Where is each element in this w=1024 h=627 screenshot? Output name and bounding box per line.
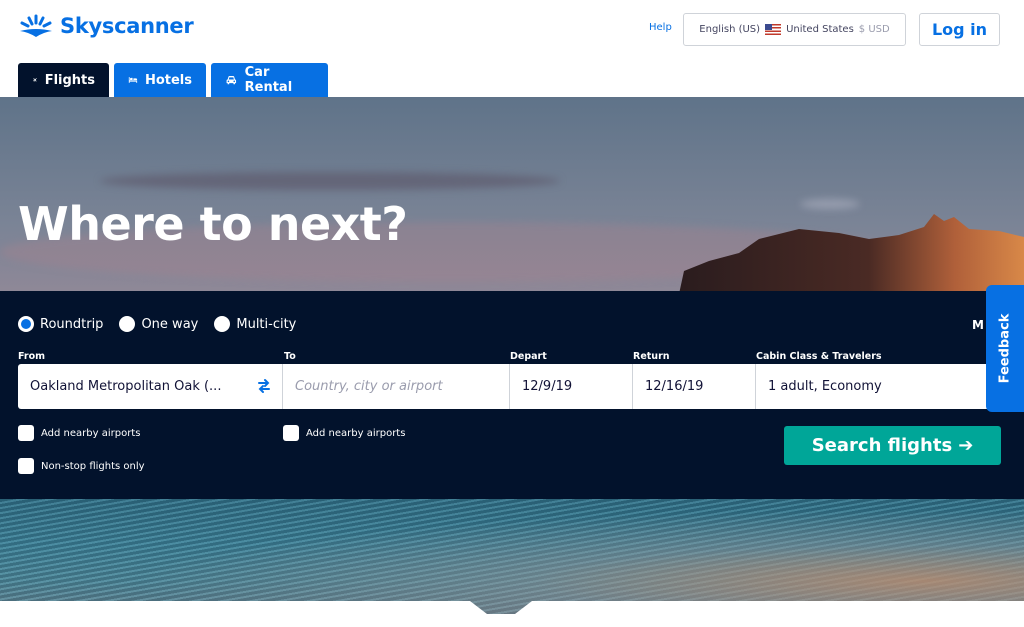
radio-circle-checked[interactable] [18,316,34,332]
to-nearby-label: Add nearby airports [306,427,406,439]
feedback-button[interactable]: Feedback [986,285,1024,412]
nonstop-checkbox[interactable]: Non-stop flights only [18,458,145,474]
tab-hotels-label: Hotels [144,72,192,88]
from-value: Oakland Metropolitan Oak (... [30,379,222,394]
radio-circle[interactable] [214,316,231,332]
radio-circle[interactable] [119,316,136,332]
return-date-input[interactable]: 12/16/19 [633,364,756,409]
logo[interactable]: Skyscanner [18,12,194,40]
radio-one-way-label: One way [141,316,199,332]
logo-text: Skyscanner [60,14,194,38]
car-icon [226,76,237,85]
country-label: United States [786,24,854,35]
language-label: English (US) [699,24,761,35]
search-flights-label: Search flights [811,435,953,456]
checkbox-box[interactable] [18,425,34,441]
cabin-label: Cabin Class & Travelers [756,351,882,362]
hero-bottom-notch [0,601,1024,614]
bed-icon [128,77,138,83]
search-flights-button[interactable]: Search flights ➔ [784,426,1001,465]
radio-one-way[interactable]: One way [119,316,198,332]
cabin-value: 1 adult, Economy [768,379,882,394]
depart-label: Depart [510,351,547,362]
to-nearby-checkbox[interactable]: Add nearby airports [283,425,405,441]
hero-mountain [679,214,1024,294]
hero-cloud [800,199,860,209]
tab-flights[interactable]: Flights [18,63,109,97]
from-label: From [18,351,45,362]
checkbox-box[interactable] [283,425,299,441]
trip-type-group: Roundtrip One way Multi-city [18,316,296,332]
hero-cloud [100,172,560,190]
tab-flights-label: Flights [44,72,95,88]
from-nearby-checkbox[interactable]: Add nearby airports [18,425,140,441]
hero-title: Where to next? [18,197,408,251]
header: Skyscanner Help English (US) United Stat… [0,0,1024,97]
sunrise-logo-icon [20,14,52,37]
tab-car-rental-label: Car Rental [244,65,293,95]
radio-multi-city-label: Multi-city [236,316,297,332]
swap-icon[interactable] [256,378,272,394]
from-nearby-label: Add nearby airports [41,427,141,439]
feedback-label: Feedback [997,313,1013,384]
from-input[interactable]: Oakland Metropolitan Oak (... [18,364,283,409]
currency-label: $ USD [858,24,890,35]
radio-multi-city[interactable]: Multi-city [214,316,296,332]
help-link[interactable]: Help [649,22,672,33]
to-label: To [284,351,296,362]
depart-date-input[interactable]: 12/9/19 [510,364,633,409]
return-value: 12/16/19 [645,379,704,394]
flight-search-panel: Roundtrip One way Multi-city M From To D… [0,291,1024,499]
tab-hotels[interactable]: Hotels [114,63,206,97]
arrow-right-icon: ➔ [958,435,974,456]
more-options-link[interactable]: M [972,318,984,332]
us-flag-icon [765,24,782,35]
tab-car-rental[interactable]: Car Rental [211,63,328,97]
checkbox-box[interactable] [18,458,34,474]
login-button[interactable]: Log in [919,13,1000,46]
depart-value: 12/9/19 [522,379,573,394]
radio-roundtrip-label: Roundtrip [40,316,104,332]
to-placeholder: Country, city or airport [295,379,443,394]
hero-sea [0,497,1024,614]
page: Skyscanner Help English (US) United Stat… [0,0,1024,627]
product-tabs: Flights Hotels Car Rental [18,63,328,97]
nonstop-label: Non-stop flights only [41,460,145,472]
radio-roundtrip[interactable]: Roundtrip [18,316,103,332]
to-input[interactable]: Country, city or airport [283,364,510,409]
search-fields: Oakland Metropolitan Oak (... Country, c… [18,364,998,409]
plane-icon [32,77,37,82]
cabin-travelers-select[interactable]: 1 adult, Economy [756,364,998,409]
locale-selector-button[interactable]: English (US) United States $ USD [683,13,906,46]
return-label: Return [633,351,670,362]
